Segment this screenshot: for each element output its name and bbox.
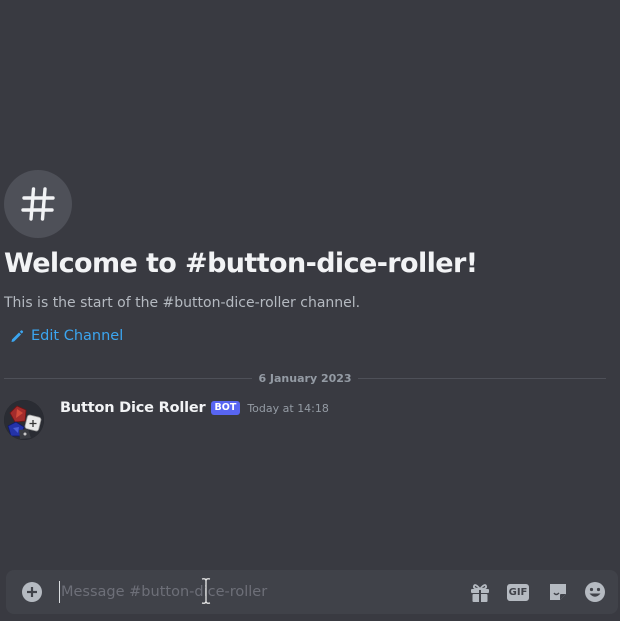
attach-button[interactable]: [22, 582, 42, 606]
sticker-button[interactable]: [546, 580, 570, 604]
dice-avatar: [4, 400, 44, 440]
divider-line-right: [357, 377, 606, 379]
date-divider: 6 January 2023: [4, 370, 606, 386]
bot-badge: BOT: [210, 401, 241, 415]
gift-button[interactable]: [468, 580, 492, 604]
gif-icon: GIF: [506, 583, 530, 601]
edit-channel-label: Edit Channel: [31, 328, 124, 344]
channel-hash-icon: [4, 170, 72, 238]
divider-date: 6 January 2023: [258, 371, 352, 385]
welcome-subtitle: This is the start of the #button-dice-ro…: [4, 295, 361, 311]
ibeam-cursor-icon: [201, 577, 211, 609]
gif-button[interactable]: GIF: [506, 580, 530, 604]
edit-channel-link[interactable]: Edit Channel: [10, 328, 123, 344]
message-timestamp: Today at 14:18: [247, 401, 329, 415]
sticker-icon: [550, 584, 566, 600]
message-author[interactable]: Button Dice Roller: [60, 400, 206, 416]
text-caret: [59, 581, 60, 603]
pencil-icon: [11, 330, 24, 342]
message-composer: GIF: [6, 570, 618, 614]
divider-line-left: [4, 377, 253, 379]
message-header: Button Dice Roller BOT Today at 14:18: [60, 400, 329, 416]
emoji-icon: [585, 582, 605, 602]
gift-icon: [471, 584, 489, 602]
welcome-title: Welcome to #button-dice-roller!: [4, 248, 478, 279]
message-input[interactable]: [61, 578, 451, 606]
emoji-button[interactable]: [583, 580, 607, 604]
hash-icon: [21, 187, 55, 221]
bot-avatar[interactable]: [4, 400, 44, 440]
plus-circle-icon: [22, 582, 42, 602]
